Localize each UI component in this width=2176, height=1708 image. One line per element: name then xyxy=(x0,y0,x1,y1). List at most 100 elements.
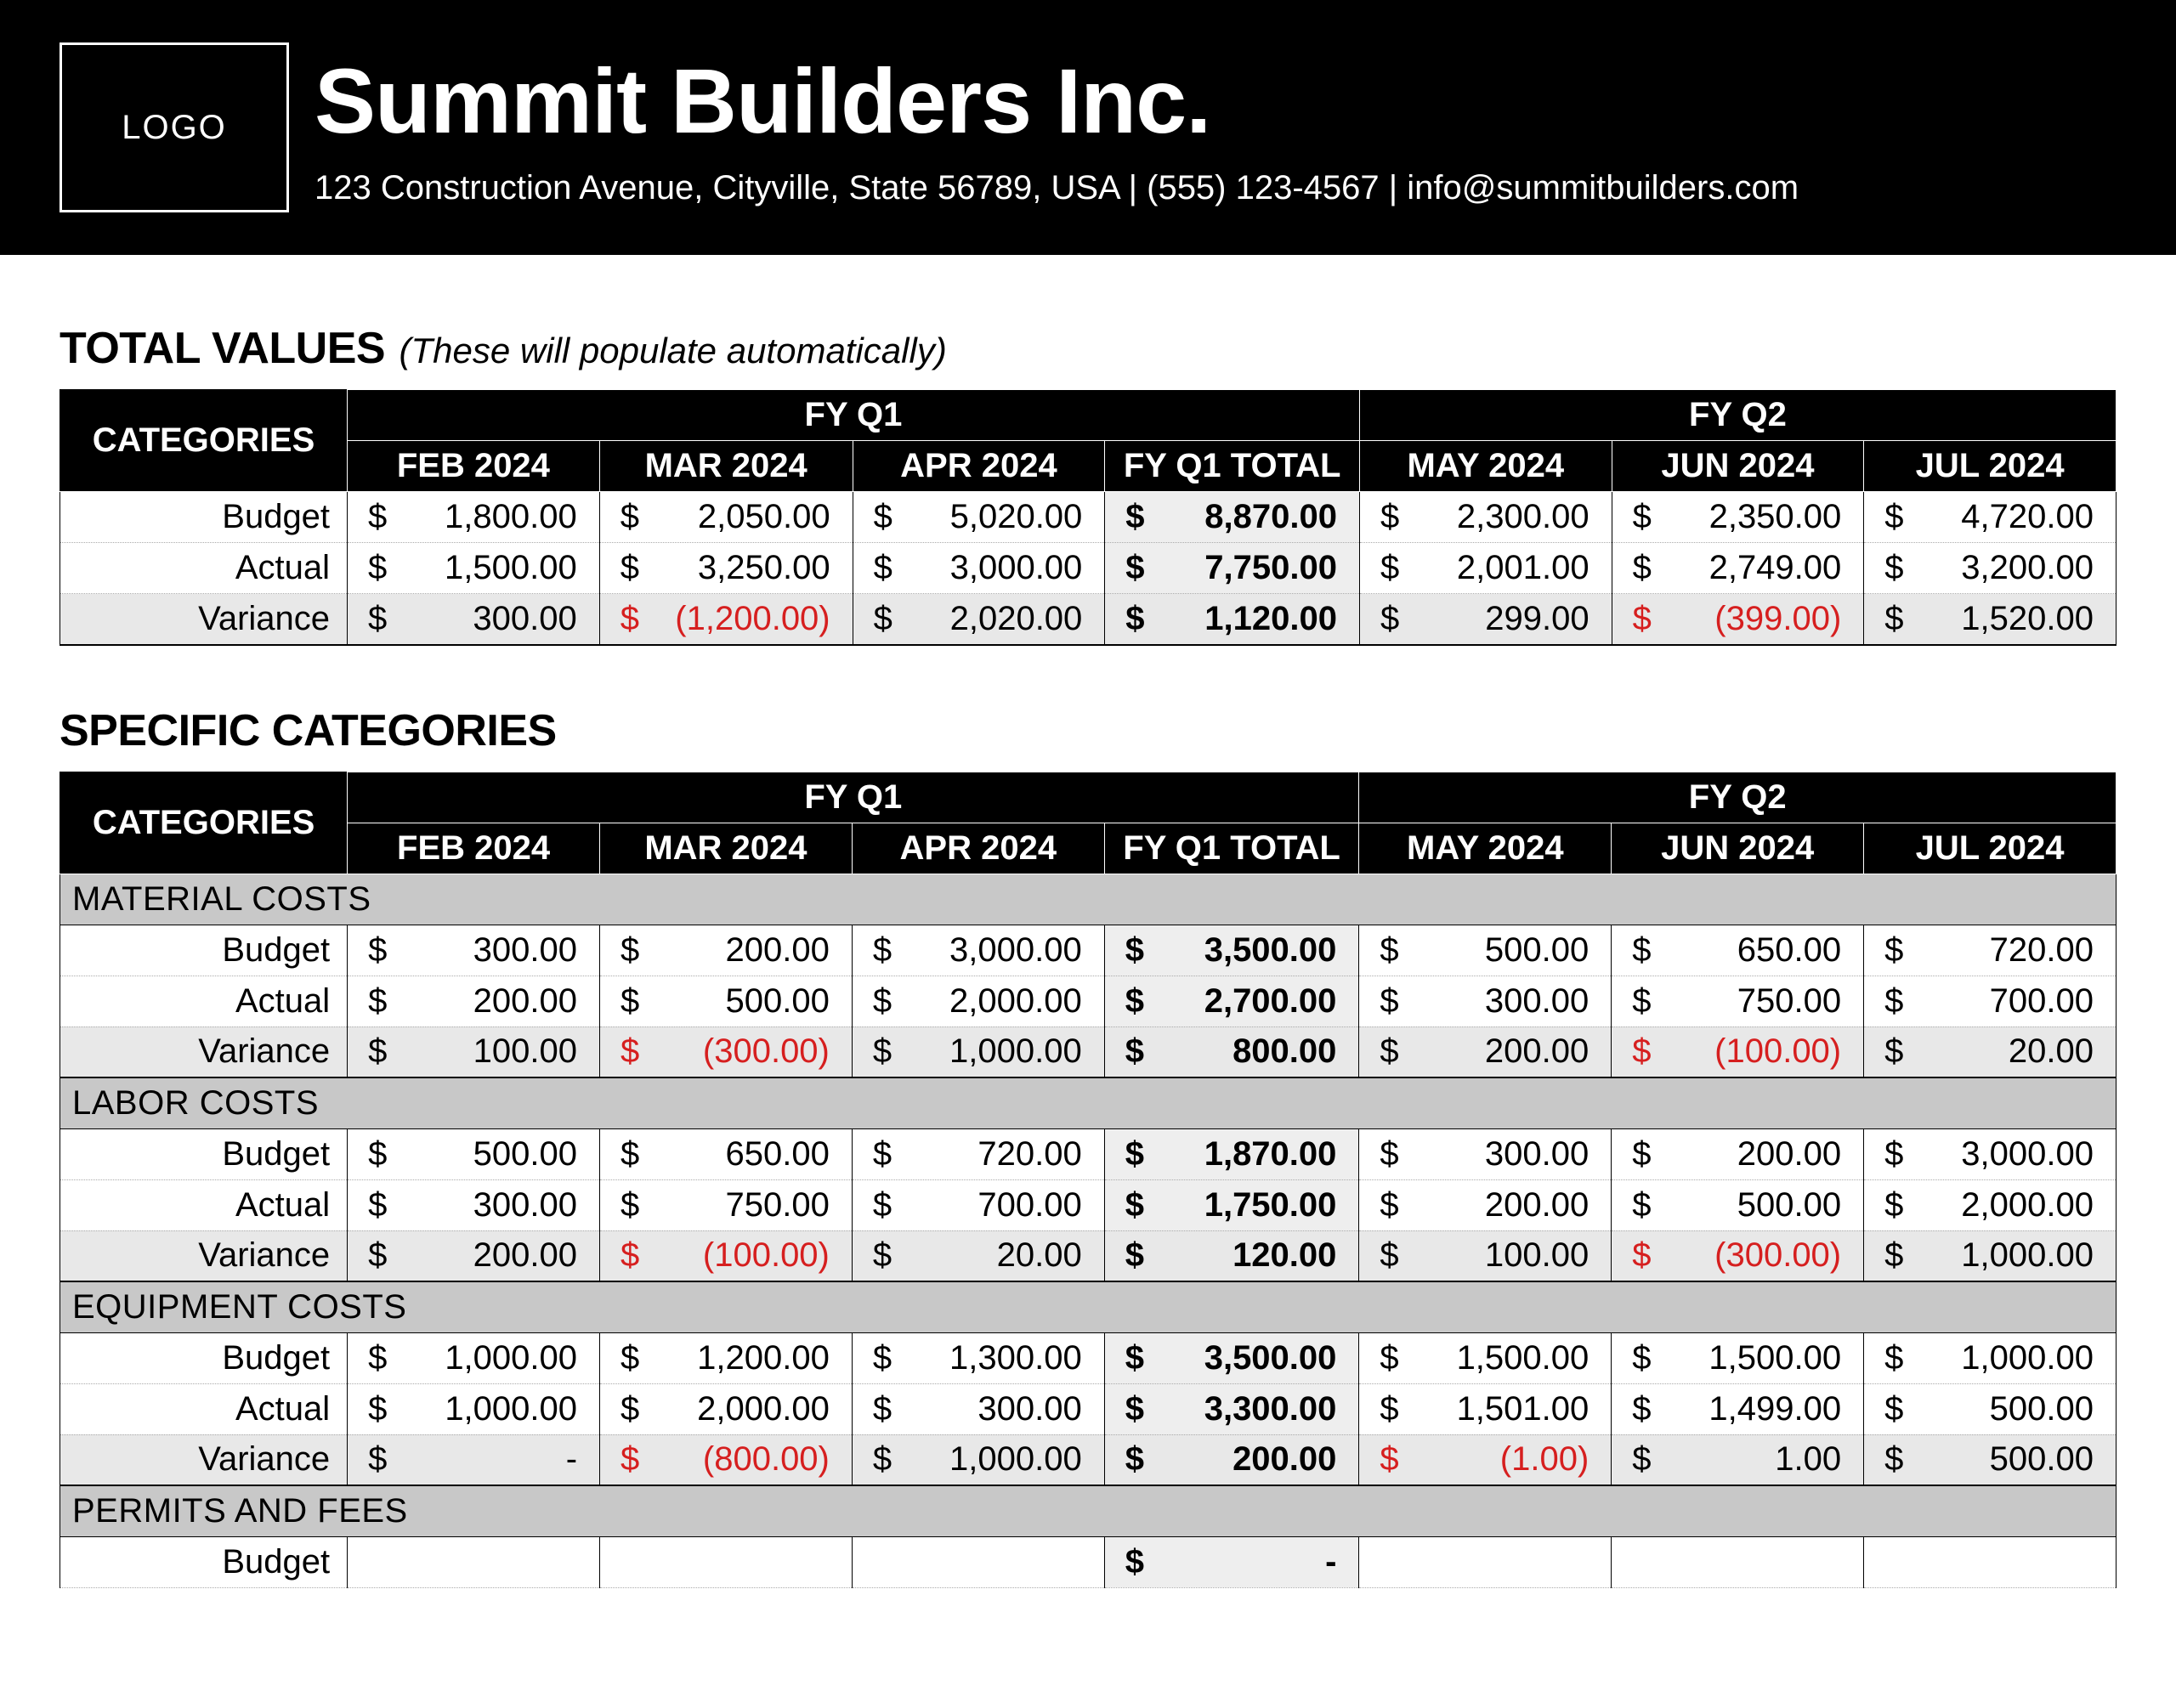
money-cell: $1,120.00 xyxy=(1105,594,1360,645)
totals-section-heading: TOTAL VALUES (These will populate automa… xyxy=(60,323,2116,374)
month-header-row: FEB 2024MAR 2024APR 2024FY Q1 TOTALMAY 2… xyxy=(60,441,2116,492)
money-cell: $- xyxy=(1104,1536,1359,1587)
money-cell: $1,300.00 xyxy=(852,1332,1104,1383)
money-cell: $299.00 xyxy=(1359,594,1612,645)
money-cell: $200.00 xyxy=(1612,1128,1864,1179)
month-header: FY Q1 TOTAL xyxy=(1104,823,1359,874)
category-section-row: PERMITS AND FEES xyxy=(60,1485,2116,1536)
header-text: Summit Builders Inc. 123 Construction Av… xyxy=(314,48,1799,207)
row-label: Actual xyxy=(60,976,348,1026)
money-cell: $20.00 xyxy=(1864,1026,2116,1077)
fy-q2-header: FY Q2 xyxy=(1359,390,2116,441)
money-cell: $720.00 xyxy=(852,1128,1104,1179)
money-cell: $4,720.00 xyxy=(1864,492,2116,543)
money-cell: $3,000.00 xyxy=(852,925,1104,976)
table-row: Actual$1,000.00$2,000.00$300.00$3,300.00… xyxy=(60,1383,2116,1434)
money-cell: $(1.00) xyxy=(1359,1434,1612,1485)
money-cell: $500.00 xyxy=(600,976,853,1026)
category-section-label: PERMITS AND FEES xyxy=(60,1485,2116,1536)
money-cell: $1,000.00 xyxy=(348,1332,600,1383)
table-row: Actual$200.00$500.00$2,000.00$2,700.00$3… xyxy=(60,976,2116,1026)
money-cell: $300.00 xyxy=(348,1179,600,1230)
month-header: APR 2024 xyxy=(852,823,1104,874)
money-cell: $1,000.00 xyxy=(1864,1332,2116,1383)
money-cell: $120.00 xyxy=(1104,1230,1359,1281)
page-header: LOGO Summit Builders Inc. 123 Constructi… xyxy=(0,0,2176,255)
month-header: FEB 2024 xyxy=(348,441,600,492)
row-label: Variance xyxy=(60,1026,348,1077)
money-cell: $500.00 xyxy=(348,1128,600,1179)
row-label: Actual xyxy=(60,543,348,594)
company-name: Summit Builders Inc. xyxy=(314,48,1799,154)
category-section-row: LABOR COSTS xyxy=(60,1077,2116,1128)
month-header: APR 2024 xyxy=(853,441,1105,492)
money-cell: $200.00 xyxy=(600,925,853,976)
table-row: Budget$300.00$200.00$3,000.00$3,500.00$5… xyxy=(60,925,2116,976)
categories-header: CATEGORIES xyxy=(60,772,348,874)
money-cell: $- xyxy=(348,1434,600,1485)
money-cell: $200.00 xyxy=(1104,1434,1359,1485)
money-cell: $1,800.00 xyxy=(348,492,600,543)
money-cell: $1,750.00 xyxy=(1104,1179,1359,1230)
month-header: JUN 2024 xyxy=(1612,441,1864,492)
money-cell: $1,870.00 xyxy=(1104,1128,1359,1179)
fy-q1-header: FY Q1 xyxy=(348,772,1359,823)
money-cell: $2,700.00 xyxy=(1104,976,1359,1026)
money-cell: $720.00 xyxy=(1864,925,2116,976)
money-cell: $7,750.00 xyxy=(1105,543,1360,594)
row-label: Budget xyxy=(60,492,348,543)
row-label: Variance xyxy=(60,1230,348,1281)
money-cell: $(800.00) xyxy=(600,1434,853,1485)
company-contact: 123 Construction Avenue, Cityville, Stat… xyxy=(314,169,1799,207)
row-label: Actual xyxy=(60,1179,348,1230)
money-cell: $500.00 xyxy=(1864,1434,2116,1485)
fy-q2-header: FY Q2 xyxy=(1359,772,2116,823)
money-cell: $3,300.00 xyxy=(1104,1383,1359,1434)
money-cell: $1,200.00 xyxy=(600,1332,853,1383)
month-header: JUN 2024 xyxy=(1612,823,1864,874)
category-section-label: EQUIPMENT COSTS xyxy=(60,1281,2116,1332)
money-cell: $(300.00) xyxy=(1612,1230,1864,1281)
table-row: Variance$300.00$(1,200.00)$2,020.00$1,12… xyxy=(60,594,2116,645)
money-cell: $650.00 xyxy=(1612,925,1864,976)
money-cell: $200.00 xyxy=(348,1230,600,1281)
logo-placeholder: LOGO xyxy=(60,42,289,212)
money-cell: $1.00 xyxy=(1612,1434,1864,1485)
money-cell: $5,020.00 xyxy=(853,492,1105,543)
money-cell: $2,300.00 xyxy=(1359,492,1612,543)
table-row: Budget$500.00$650.00$720.00$1,870.00$300… xyxy=(60,1128,2116,1179)
money-cell: $1,520.00 xyxy=(1864,594,2116,645)
row-label: Actual xyxy=(60,1383,348,1434)
category-section-label: LABOR COSTS xyxy=(60,1077,2116,1128)
money-cell: $(300.00) xyxy=(600,1026,853,1077)
table-row: Variance$-$(800.00)$1,000.00$200.00$(1.0… xyxy=(60,1434,2116,1485)
money-cell: $2,000.00 xyxy=(852,976,1104,1026)
money-cell: $200.00 xyxy=(348,976,600,1026)
logo-text: LOGO xyxy=(122,109,227,147)
row-label: Variance xyxy=(60,1434,348,1485)
money-cell: $3,200.00 xyxy=(1864,543,2116,594)
categories-header: CATEGORIES xyxy=(60,390,348,492)
money-cell: $650.00 xyxy=(600,1128,853,1179)
money-cell: $100.00 xyxy=(348,1026,600,1077)
money-cell xyxy=(348,1536,600,1587)
month-header: FEB 2024 xyxy=(348,823,600,874)
money-cell: $300.00 xyxy=(348,925,600,976)
money-cell: $2,350.00 xyxy=(1612,492,1864,543)
money-cell: $1,000.00 xyxy=(1864,1230,2116,1281)
money-cell: $2,000.00 xyxy=(1864,1179,2116,1230)
money-cell: $1,500.00 xyxy=(1359,1332,1612,1383)
money-cell xyxy=(1612,1536,1864,1587)
money-cell: $3,000.00 xyxy=(1864,1128,2116,1179)
month-header: MAR 2024 xyxy=(600,823,853,874)
totals-title: TOTAL VALUES xyxy=(60,324,385,373)
month-header: JUL 2024 xyxy=(1864,441,2116,492)
month-header: JUL 2024 xyxy=(1864,823,2116,874)
money-cell: $1,500.00 xyxy=(1612,1332,1864,1383)
money-cell: $1,499.00 xyxy=(1612,1383,1864,1434)
money-cell: $3,000.00 xyxy=(853,543,1105,594)
money-cell: $1,000.00 xyxy=(852,1026,1104,1077)
category-section-label: MATERIAL COSTS xyxy=(60,874,2116,925)
money-cell: $500.00 xyxy=(1359,925,1612,976)
money-cell: $(100.00) xyxy=(1612,1026,1864,1077)
